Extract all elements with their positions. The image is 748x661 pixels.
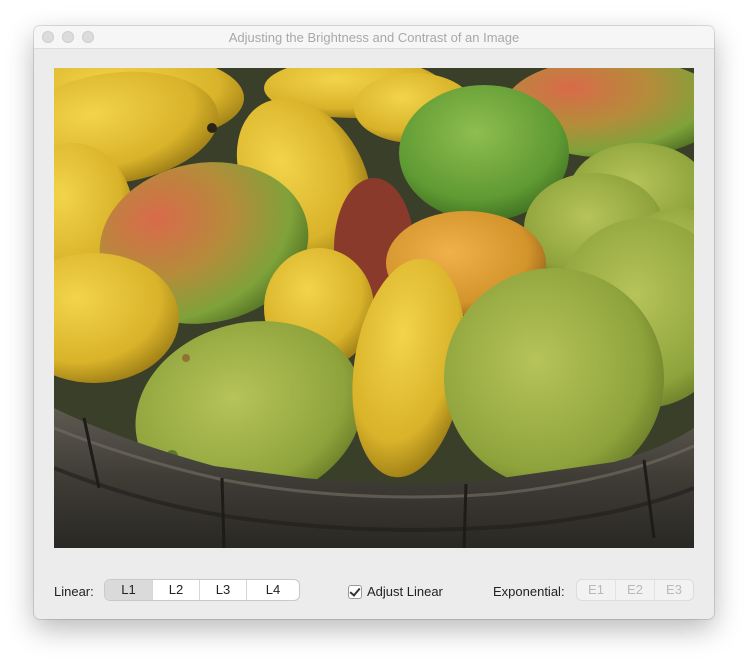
window-title: Adjusting the Brightness and Contrast of… — [228, 30, 520, 45]
segment-e1[interactable]: E1 — [577, 580, 616, 600]
title-bar[interactable]: Adjusting the Brightness and Contrast of… — [34, 26, 714, 49]
adjust-linear-label[interactable]: Adjust Linear — [367, 584, 443, 599]
linear-label: Linear: — [54, 584, 94, 599]
mangoes-photo — [54, 68, 694, 548]
segment-l1[interactable]: L1 — [105, 580, 153, 600]
exponential-label: Exponential: — [493, 584, 565, 599]
exponential-segmented-control[interactable]: E1 E2 E3 — [577, 580, 693, 600]
adjust-linear-checkbox[interactable] — [348, 584, 362, 599]
app-window: Adjusting the Brightness and Contrast of… — [34, 26, 714, 619]
controls-bar: Linear: L1 L2 L3 L4 Adjust Linear Expone… — [34, 578, 714, 606]
segment-l3[interactable]: L3 — [200, 580, 247, 600]
segment-e3[interactable]: E3 — [655, 580, 693, 600]
image-view — [54, 68, 694, 548]
adjust-linear-checkbox-group[interactable]: Adjust Linear — [348, 584, 443, 599]
linear-segmented-control[interactable]: L1 L2 L3 L4 — [105, 580, 299, 600]
segment-l2[interactable]: L2 — [153, 580, 200, 600]
segment-l4[interactable]: L4 — [247, 580, 299, 600]
segment-e2[interactable]: E2 — [616, 580, 655, 600]
